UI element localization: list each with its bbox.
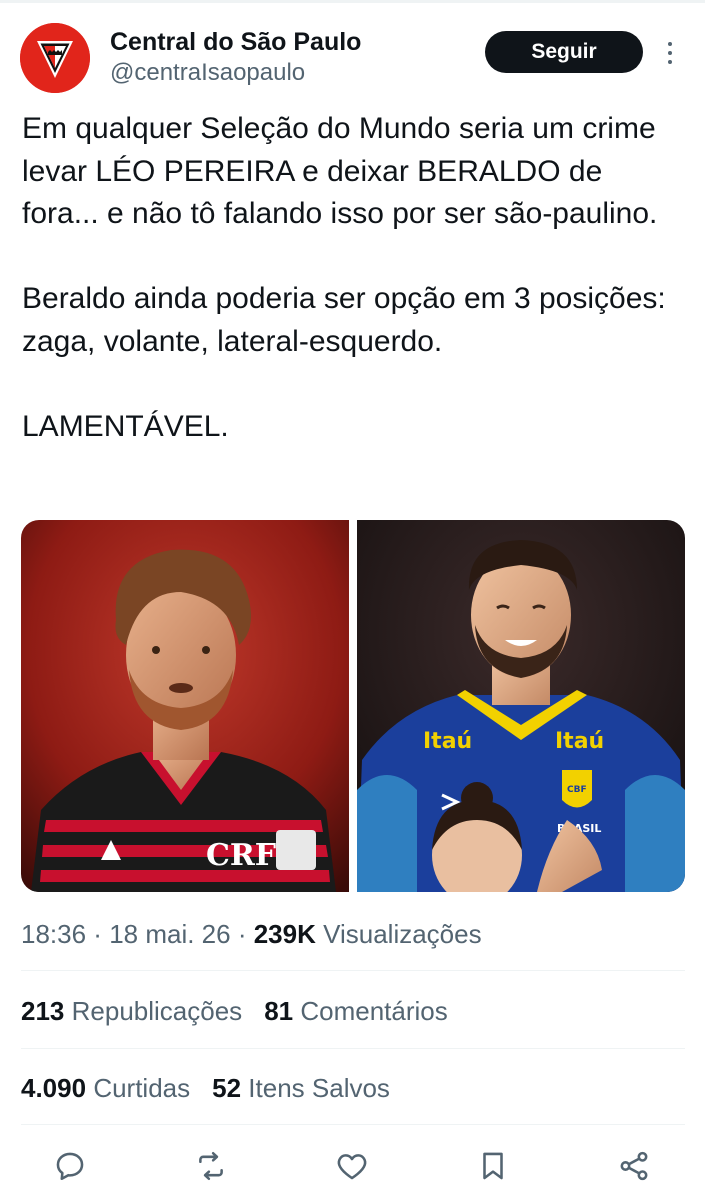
views-label: Visualizações: [323, 919, 482, 949]
tweet-time[interactable]: 18:36: [21, 919, 86, 949]
tweet-meta: 18:36 · 18 mai. 26 · 239K Visualizações: [21, 915, 482, 953]
reposts-stat[interactable]: 213 Republicações: [21, 996, 242, 1026]
divider: [21, 1048, 685, 1049]
stats-row-2: 4.090 Curtidas 52 Itens Salvos: [21, 1070, 390, 1106]
reply-icon[interactable]: [52, 1148, 88, 1184]
comments-stat[interactable]: 81 Comentários: [264, 996, 448, 1026]
tweet-text: Em qualquer Seleção do Mundo seria um cr…: [22, 112, 666, 443]
comments-label: Comentários: [300, 996, 448, 1026]
likes-count: 4.090: [21, 1073, 87, 1103]
action-bar: [0, 1140, 705, 1190]
repost-icon[interactable]: [193, 1148, 229, 1184]
tweet-date[interactable]: 18 mai. 26: [109, 919, 230, 949]
more-dot: [668, 42, 672, 46]
avatar[interactable]: [20, 23, 90, 93]
more-dot: [668, 51, 672, 55]
reposts-count: 213: [21, 996, 65, 1026]
bookmarks-stat[interactable]: 52 Itens Salvos: [212, 1073, 390, 1103]
bookmark-icon[interactable]: [475, 1148, 511, 1184]
flamengo-crest-text: CRF: [206, 838, 276, 873]
player-photo-flamengo: CRF: [21, 520, 349, 892]
divider: [21, 1124, 685, 1125]
sponsor-text-left: Itaú: [423, 729, 472, 754]
likes-stat[interactable]: 4.090 Curtidas: [21, 1073, 190, 1103]
comments-count: 81: [264, 996, 294, 1026]
meta-separator: ·: [230, 919, 254, 949]
views-count: 239K: [253, 919, 316, 949]
spfc-shield-icon: [20, 23, 90, 93]
likes-label: Curtidas: [93, 1073, 191, 1103]
bookmarks-label: Itens Salvos: [248, 1073, 390, 1103]
photo-beraldo-brasil[interactable]: Itaú Itaú CBF BRASIL: [357, 520, 685, 892]
sponsor-text-right: Itaú: [555, 729, 604, 754]
tweet-media[interactable]: CRF Itaú Itaú CBF BRASIL: [21, 520, 685, 892]
follow-button[interactable]: Seguir: [485, 31, 643, 73]
more-dot: [668, 60, 672, 64]
top-divider: [0, 0, 705, 3]
meta-separator: ·: [86, 919, 110, 949]
divider: [21, 970, 685, 971]
cbf-badge-text: CBF: [567, 785, 587, 795]
stats-row-1: 213 Republicações 81 Comentários: [21, 993, 448, 1029]
account-handle[interactable]: @centraIsaopaulo: [110, 59, 305, 87]
player-photo-brasil: Itaú Itaú CBF BRASIL: [357, 520, 685, 892]
like-icon[interactable]: [334, 1148, 370, 1184]
photo-leo-pereira-flamengo[interactable]: CRF: [21, 520, 349, 892]
reposts-label: Republicações: [71, 996, 243, 1026]
account-name[interactable]: Central do São Paulo: [110, 27, 361, 57]
more-vertical-icon[interactable]: [660, 38, 680, 68]
bookmarks-count: 52: [212, 1073, 242, 1103]
share-icon[interactable]: [616, 1148, 652, 1184]
